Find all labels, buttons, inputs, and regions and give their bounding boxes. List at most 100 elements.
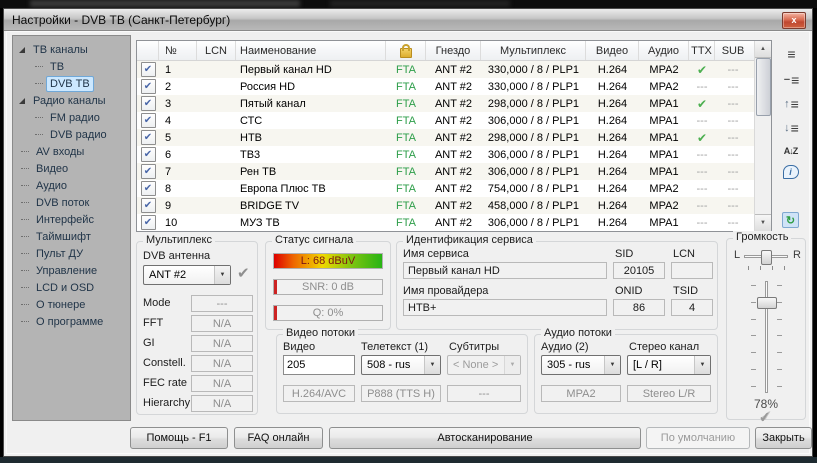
header-sub[interactable]: SUB bbox=[715, 41, 751, 60]
sidebar-item-dvb-тв[interactable]: DVB ТВ bbox=[13, 75, 130, 92]
balance-slider-thumb[interactable] bbox=[761, 250, 772, 265]
signal-level-bar: L: 68 dBuV bbox=[273, 253, 383, 269]
sidebar-item-управление[interactable]: Управление bbox=[13, 262, 130, 279]
channel-row[interactable]: ✔5НТВFTAANT #2298,000 / 8 / PLP1H.264MPA… bbox=[137, 129, 771, 146]
background-blur bbox=[30, 0, 300, 7]
channel-row[interactable]: ✔2Россия HDFTAANT #2330,000 / 8 / PLP1H.… bbox=[137, 78, 771, 95]
channel-row[interactable]: ✔4СТСFTAANT #2306,000 / 8 / PLP1H.264MPA… bbox=[137, 112, 771, 129]
channel-info-icon[interactable]: i bbox=[779, 162, 803, 182]
close-icon: x bbox=[791, 16, 796, 25]
header-check-col[interactable] bbox=[137, 41, 159, 60]
rescan-icon[interactable]: ↻ bbox=[779, 210, 803, 230]
scroll-up-icon[interactable]: ▲ bbox=[755, 41, 771, 58]
sidebar-item-av-входы[interactable]: AV входы bbox=[13, 143, 130, 160]
sidebar-item-dvb-поток[interactable]: DVB поток bbox=[13, 194, 130, 211]
sidebar-item-радио-каналы[interactable]: Радио каналы bbox=[13, 92, 130, 109]
channel-row[interactable]: ✔7Рен ТВFTAANT #2306,000 / 8 / PLP1H.264… bbox=[137, 163, 771, 180]
expand-triangle-icon[interactable] bbox=[19, 98, 25, 104]
video-cell: H.264 bbox=[586, 180, 639, 197]
scroll-down-icon[interactable]: ▼ bbox=[755, 214, 771, 231]
teletext-select[interactable]: 508 - rus▼ bbox=[361, 355, 441, 375]
audio-select[interactable]: 305 - rus▼ bbox=[541, 355, 621, 375]
select-all-icon[interactable]: ≡ bbox=[779, 44, 803, 64]
help-button[interactable]: Помощь - F1 bbox=[130, 427, 228, 449]
num-cell: 4 bbox=[159, 112, 197, 129]
num-cell: 10 bbox=[159, 214, 197, 231]
channel-checkbox[interactable]: ✔ bbox=[137, 146, 159, 163]
channel-checkbox[interactable]: ✔ bbox=[137, 78, 159, 95]
header-video[interactable]: Видео bbox=[586, 41, 639, 60]
ttx-cell: --- bbox=[689, 163, 715, 180]
header-ttx[interactable]: TTX bbox=[689, 41, 715, 60]
multiplex-cell: 754,000 / 8 / PLP1 bbox=[481, 180, 586, 197]
sidebar-item-пульт-ду[interactable]: Пульт ДУ bbox=[13, 245, 130, 262]
stereo-label: Стерео канал bbox=[629, 341, 699, 353]
sort-az-icon[interactable]: A↓Z bbox=[779, 141, 803, 161]
table-body: ✔1Первый канал HDFTAANT #2330,000 / 8 / … bbox=[137, 61, 771, 231]
channel-row[interactable]: ✔9BRIDGE TVFTAANT #2458,000 / 8 / PLP1H.… bbox=[137, 197, 771, 214]
stereo-select[interactable]: [L / R]▼ bbox=[627, 355, 711, 375]
fta-cell: FTA bbox=[386, 180, 426, 197]
sidebar-item-о-программе[interactable]: О программе bbox=[13, 313, 130, 330]
header-encryption[interactable] bbox=[386, 41, 426, 60]
socket-cell: ANT #2 bbox=[426, 129, 481, 146]
expand-triangle-icon[interactable] bbox=[19, 47, 25, 53]
close-dialog-button[interactable]: Закрыть bbox=[755, 427, 812, 449]
channel-row[interactable]: ✔10МУЗ ТВFTAANT #2306,000 / 8 / PLP1H.26… bbox=[137, 214, 771, 231]
background-window-strip bbox=[0, 0, 817, 8]
num-cell: 3 bbox=[159, 95, 197, 112]
sidebar-item-lcd-и-osd[interactable]: LCD и OSD bbox=[13, 279, 130, 296]
uncheck-icon[interactable]: −≡ bbox=[779, 70, 803, 90]
channel-row[interactable]: ✔6ТВ3FTAANT #2306,000 / 8 / PLP1H.264MPA… bbox=[137, 146, 771, 163]
header-name[interactable]: Наименование bbox=[236, 41, 386, 60]
channel-row[interactable]: ✔1Первый канал HDFTAANT #2330,000 / 8 / … bbox=[137, 61, 771, 78]
header-socket[interactable]: Гнездо bbox=[426, 41, 481, 60]
onid-label: ONID bbox=[615, 285, 643, 297]
move-down-icon[interactable]: ↓≡ bbox=[779, 118, 803, 138]
balance-ticks bbox=[748, 266, 785, 270]
sidebar-item-тв-каналы[interactable]: ТВ каналы bbox=[13, 41, 130, 58]
header-multiplex[interactable]: Мультиплекс bbox=[481, 41, 586, 60]
sidebar-item-таймшифт[interactable]: Таймшифт bbox=[13, 228, 130, 245]
channel-checkbox[interactable]: ✔ bbox=[137, 214, 159, 231]
move-up-icon[interactable]: ↑≡ bbox=[779, 94, 803, 114]
faq-button[interactable]: FAQ онлайн bbox=[234, 427, 323, 449]
video-cell: H.264 bbox=[586, 78, 639, 95]
sub-cell: --- bbox=[715, 163, 751, 180]
autoscan-button[interactable]: Автосканирование bbox=[329, 427, 641, 449]
channel-row[interactable]: ✔8Европа Плюс ТВFTAANT #2754,000 / 8 / P… bbox=[137, 180, 771, 197]
close-button[interactable]: x bbox=[782, 12, 806, 29]
titlebar[interactable]: Настройки - DVB ТВ (Санкт-Петербург) x bbox=[4, 9, 812, 31]
channel-checkbox[interactable]: ✔ bbox=[137, 61, 159, 78]
antenna-select[interactable]: ANT #2 ▼ bbox=[143, 265, 231, 285]
video-streams-group: Видео потоки Видео Телетекст (1) Субтитр… bbox=[276, 334, 528, 414]
sidebar-item-видео[interactable]: Видео bbox=[13, 160, 130, 177]
mode-value: --- bbox=[191, 295, 253, 312]
channel-row[interactable]: ✔3Пятый каналFTAANT #2298,000 / 8 / PLP1… bbox=[137, 95, 771, 112]
header-audio[interactable]: Аудио bbox=[639, 41, 689, 60]
tree-connector bbox=[21, 202, 29, 203]
multiplex-group-title: Мультиплекс bbox=[143, 234, 215, 246]
volume-group-title: Громкость bbox=[733, 231, 791, 243]
channel-checkbox[interactable]: ✔ bbox=[137, 197, 159, 214]
service-group-title: Идентификация сервиса bbox=[403, 234, 536, 246]
sidebar-item-интерфейс[interactable]: Интерфейс bbox=[13, 211, 130, 228]
sidebar-item-тв[interactable]: ТВ bbox=[13, 58, 130, 75]
channel-checkbox[interactable]: ✔ bbox=[137, 163, 159, 180]
channel-checkbox[interactable]: ✔ bbox=[137, 112, 159, 129]
header-num[interactable]: № bbox=[159, 41, 197, 60]
channel-checkbox[interactable]: ✔ bbox=[137, 129, 159, 146]
sidebar-item-dvb-радио[interactable]: DVB радио bbox=[13, 126, 130, 143]
channel-checkbox[interactable]: ✔ bbox=[137, 180, 159, 197]
video-pid-input[interactable] bbox=[283, 355, 355, 375]
header-lcn[interactable]: LCN bbox=[197, 41, 236, 60]
sidebar-item-о-тюнере[interactable]: О тюнере bbox=[13, 296, 130, 313]
channel-checkbox[interactable]: ✔ bbox=[137, 95, 159, 112]
scrollbar-thumb[interactable] bbox=[756, 58, 771, 116]
sidebar-item-fm-радио[interactable]: FM радио bbox=[13, 109, 130, 126]
num-cell: 5 bbox=[159, 129, 197, 146]
sidebar-item-аудио[interactable]: Аудио bbox=[13, 177, 130, 194]
volume-slider-thumb[interactable] bbox=[757, 297, 777, 309]
service-name-value: Первый канал HD bbox=[403, 262, 607, 279]
table-scrollbar[interactable]: ▲ ▼ bbox=[754, 41, 771, 231]
